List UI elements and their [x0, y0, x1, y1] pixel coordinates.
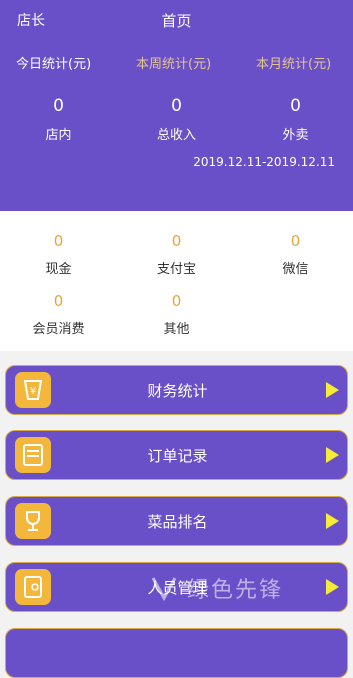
payment-value: 0	[290, 232, 301, 250]
stat-label: 总收入	[156, 128, 196, 143]
menu-orders[interactable]: 订单记录	[5, 430, 348, 480]
date-range: 2019.12.11-2019.12.11	[193, 155, 335, 169]
stat-label: 外卖	[282, 128, 309, 143]
menu-partial[interactable]	[5, 628, 348, 678]
watermark: 绿色先锋	[150, 572, 350, 612]
stat-value: 0	[290, 96, 301, 116]
page-title: 首页	[161, 12, 192, 30]
header-panel: 店长 首页 今日统计(元) 本周统计(元) 本月统计(元) 0 店内 0 总收入…	[0, 0, 353, 211]
stat-value: 0	[171, 96, 182, 116]
arrow-right-icon	[326, 447, 339, 463]
menu-label: 财务统计	[147, 382, 208, 400]
menu-label: 菜品排名	[147, 513, 208, 531]
payment-breakdown: 0 现金 0 支付宝 0 微信 0 会员消费 0 其他	[0, 211, 353, 351]
tab-today[interactable]: 今日统计(元)	[16, 53, 91, 72]
payment-label: 其他	[163, 322, 190, 337]
stat-value: 0	[53, 96, 64, 116]
menu-dish-ranking[interactable]: 菜品排名	[5, 496, 348, 546]
menu-label: 订单记录	[147, 447, 208, 465]
menu-finance[interactable]: ¥ 财务统计	[5, 365, 348, 415]
payment-other: 0 其他	[118, 292, 235, 337]
stat-total: 0 总收入	[118, 96, 235, 143]
payment-value: 0	[53, 232, 64, 250]
payment-value: 0	[171, 232, 182, 250]
payment-label: 微信	[282, 262, 309, 277]
payment-label: 会员消费	[32, 322, 85, 337]
payment-value: 0	[53, 292, 64, 310]
payment-wechat: 0 微信	[237, 232, 353, 277]
watermark-logo-icon	[151, 577, 177, 602]
arrow-right-icon	[326, 513, 339, 529]
stat-label: 店内	[45, 128, 72, 143]
period-tabs: 今日统计(元) 本周统计(元) 本月统计(元)	[0, 53, 353, 73]
payment-label: 支付宝	[156, 262, 196, 277]
watermark-text: 绿色先锋	[187, 578, 284, 603]
tab-week[interactable]: 本周统计(元)	[136, 53, 211, 72]
tab-month[interactable]: 本月统计(元)	[256, 53, 331, 72]
stat-dine-in: 0 店内	[0, 96, 117, 143]
payment-value: 0	[171, 292, 182, 310]
payment-cash: 0 现金	[0, 232, 117, 277]
arrow-right-icon	[326, 382, 339, 398]
payment-alipay: 0 支付宝	[118, 232, 235, 277]
payment-member: 0 会员消费	[0, 292, 117, 337]
payment-label: 现金	[45, 262, 72, 277]
stat-takeout: 0 外卖	[237, 96, 353, 143]
